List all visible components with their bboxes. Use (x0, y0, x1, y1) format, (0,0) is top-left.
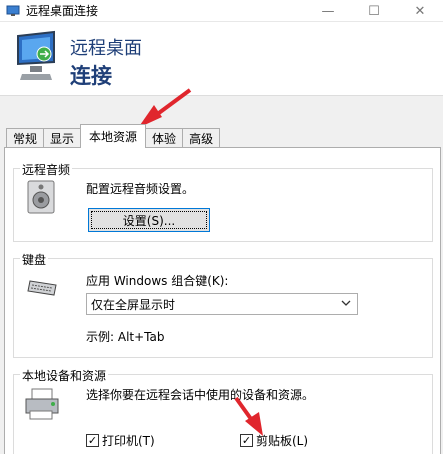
tab-local-resources[interactable]: 本地资源 (80, 124, 147, 148)
minimize-button[interactable]: — (305, 0, 351, 22)
header-banner: 远程桌面 连接 (0, 22, 443, 96)
header-title-line2: 连接 (70, 64, 112, 88)
clipboard-check-icon: ✓ (240, 434, 253, 447)
devices-description: 选择你要在远程会话中使用的设备和资源。 (86, 388, 315, 402)
tab-display[interactable]: 显示 (43, 128, 82, 148)
dropdown-selected-value: 仅在全屏显示时 (91, 297, 176, 312)
local-resources-panel: 远程音频 配置远程音频设置。 设置(S)... 键盘 应用 Windows 组合… (4, 147, 441, 454)
devices-printer-icon (24, 387, 60, 424)
maximize-button[interactable]: ☐ (351, 0, 397, 22)
remote-audio-legend: 远程音频 (20, 161, 73, 178)
title-bar: 远程桌面连接 — ☐ ✕ (0, 0, 443, 22)
tab-experience[interactable]: 体验 (145, 128, 184, 148)
keyboard-group: 键盘 应用 Windows 组合键(K): 仅在全屏显示时 示例: Alt+Ta… (13, 251, 433, 358)
tab-general[interactable]: 常规 (6, 128, 45, 148)
speaker-icon (26, 179, 56, 218)
local-devices-legend: 本地设备和资源 (20, 367, 109, 384)
tab-strip: 常规 显示 本地资源 体验 高级 (6, 124, 221, 148)
printer-check-icon: ✓ (86, 434, 99, 447)
keyboard-icon (26, 279, 58, 300)
close-button[interactable]: ✕ (397, 0, 443, 22)
windows-key-combo-dropdown[interactable]: 仅在全屏显示时 (86, 293, 358, 315)
keyboard-example-text: 示例: Alt+Tab (86, 330, 165, 344)
window-title: 远程桌面连接 (26, 4, 99, 18)
audio-settings-button[interactable]: 设置(S)... (88, 208, 210, 232)
header-title-line1: 远程桌面 (70, 38, 142, 59)
printer-label: 打印机(T) (102, 434, 155, 448)
chevron-down-icon (341, 297, 351, 312)
remote-desktop-monitor-icon (14, 30, 58, 82)
keyboard-legend: 键盘 (20, 251, 49, 268)
clipboard-label: 剪贴板(L) (256, 434, 309, 448)
local-devices-group: 本地设备和资源 选择你要在远程会话中使用的设备和资源。 ✓ 打印机(T) ✓ 剪… (13, 367, 433, 454)
windows-key-combo-label: 应用 Windows 组合键(K): (86, 274, 229, 288)
audio-description: 配置远程音频设置。 (86, 182, 195, 196)
printer-checkbox[interactable]: ✓ 打印机(T) (86, 432, 155, 449)
clipboard-checkbox[interactable]: ✓ 剪贴板(L) (240, 432, 308, 449)
remote-desktop-app-icon (6, 5, 20, 17)
remote-audio-group: 远程音频 配置远程音频设置。 设置(S)... (13, 161, 433, 242)
tab-advanced[interactable]: 高级 (182, 128, 221, 148)
